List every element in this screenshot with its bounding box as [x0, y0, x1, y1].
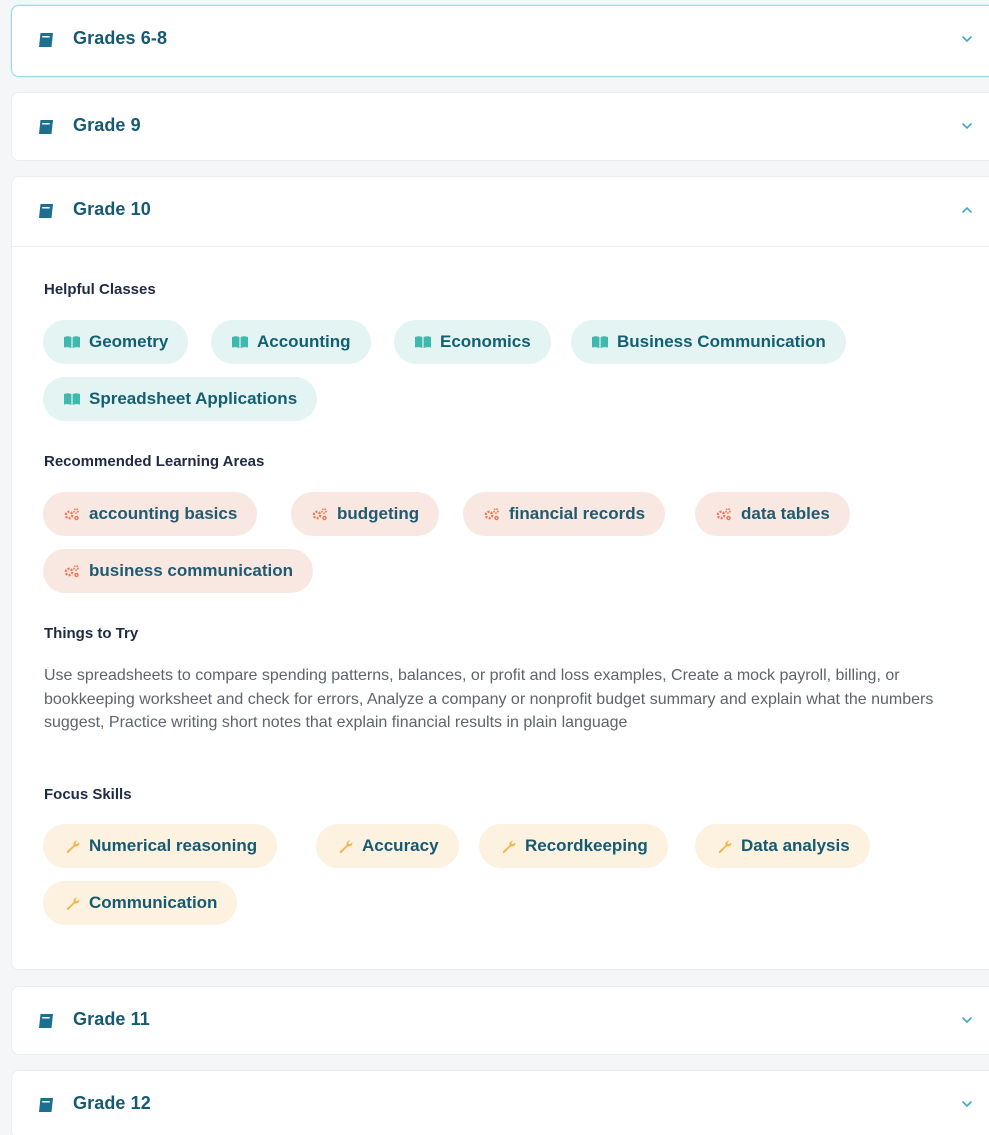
helpful-classes-heading: Helpful Classes [44, 281, 156, 298]
open-book-icon [592, 336, 608, 348]
accordion-header-grade-10[interactable]: Grade 10 [12, 177, 989, 245]
wrench-icon [66, 897, 80, 910]
accordion-item-grade-12: Grade 12 [11, 1070, 989, 1135]
learning-area-pill[interactable]: budgeting [291, 492, 440, 536]
open-book-icon [64, 393, 80, 405]
learning-area-pill[interactable]: data tables [695, 492, 850, 536]
chevron-down-icon[interactable] [961, 1015, 973, 1025]
accordion-title: Grades 6-8 [73, 28, 168, 48]
class-pill-label: Geometry [89, 332, 169, 351]
learning-area-label: business communication [89, 561, 294, 580]
open-book-icon [64, 336, 80, 348]
focus-skill-label: Communication [89, 893, 218, 912]
gears-icon [716, 508, 731, 521]
learning-area-pill[interactable]: accounting basics [43, 492, 258, 536]
focus-skill-label: Numerical reasoning [89, 836, 258, 855]
grade-accordion: Grades 6-8 Grade 9 Grade 10 Helpful Clas… [0, 0, 989, 1135]
wrench-icon [502, 840, 516, 853]
learning-area-label: accounting basics [89, 504, 238, 523]
focus-skill-pill[interactable]: Accuracy [316, 824, 459, 868]
gears-icon [64, 508, 79, 521]
accordion-title: Grade 12 [73, 1093, 151, 1113]
class-pill-label: Spreadsheet Applications [89, 389, 298, 408]
accordion-title: Grade 11 [73, 1009, 150, 1029]
wrench-icon [66, 840, 80, 853]
book-icon [39, 204, 53, 218]
class-pill-label: Economics [440, 332, 531, 351]
open-book-icon [415, 336, 431, 348]
book-icon [39, 1098, 53, 1112]
open-book-icon [232, 336, 248, 348]
learning-area-label: data tables [741, 504, 830, 523]
focus-skill-label: Accuracy [362, 836, 439, 855]
gears-icon [484, 508, 499, 521]
learning-area-label: budgeting [337, 504, 420, 523]
chevron-up-icon[interactable] [961, 205, 973, 215]
wrench-icon [718, 840, 732, 853]
learning-area-label: financial records [509, 504, 646, 523]
wrench-icon [339, 840, 353, 853]
accordion-header-grade-12[interactable]: Grade 12 [12, 1071, 989, 1135]
focus-skill-pill[interactable]: Communication [43, 881, 238, 925]
things-to-try-heading: Things to Try [44, 625, 139, 642]
class-pill[interactable]: Economics [394, 320, 551, 364]
book-icon [39, 1014, 53, 1028]
accordion-header-grades-6-8[interactable]: Grades 6-8 [12, 6, 989, 74]
focus-skill-pill[interactable]: Numerical reasoning [43, 824, 278, 868]
focus-skills-heading: Focus Skills [44, 786, 132, 803]
focus-skill-pill[interactable]: Data analysis [695, 824, 870, 868]
book-icon [39, 33, 53, 47]
focus-skill-label: Data analysis [741, 836, 850, 855]
accordion-item-grades-6-8: Grades 6-8 [11, 5, 989, 77]
accordion-header-grade-9[interactable]: Grade 9 [12, 93, 989, 161]
learning-areas-heading: Recommended Learning Areas [44, 453, 265, 470]
class-pill[interactable]: Accounting [211, 320, 371, 364]
class-pill-label: Accounting [257, 332, 351, 351]
accordion-item-grade-11: Grade 11 [11, 986, 989, 1055]
class-pill-label: Business Communication [617, 332, 826, 351]
gears-icon [312, 508, 327, 521]
things-to-try-text: Use spreadsheets to compare spending pat… [44, 667, 934, 731]
class-pill[interactable]: Spreadsheet Applications [43, 377, 318, 421]
accordion-title: Grade 10 [73, 199, 151, 219]
accordion-item-grade-10: Grade 10 Helpful Classes Geometry Accoun… [11, 176, 989, 970]
learning-area-pill[interactable]: business communication [43, 549, 314, 593]
chevron-down-icon[interactable] [961, 34, 973, 44]
accordion-header-grade-11[interactable]: Grade 11 [12, 987, 989, 1055]
learning-area-pill[interactable]: financial records [463, 492, 666, 536]
book-icon [39, 120, 53, 134]
gears-icon [64, 565, 79, 578]
focus-skill-pill[interactable]: Recordkeeping [479, 824, 668, 868]
chevron-down-icon[interactable] [961, 121, 973, 131]
focus-skill-label: Recordkeeping [525, 836, 648, 855]
chevron-down-icon[interactable] [961, 1099, 973, 1109]
accordion-title: Grade 9 [73, 115, 141, 135]
divider [12, 246, 989, 247]
class-pill[interactable]: Business Communication [571, 320, 846, 364]
class-pill[interactable]: Geometry [43, 320, 189, 364]
accordion-item-grade-9: Grade 9 [11, 92, 989, 161]
